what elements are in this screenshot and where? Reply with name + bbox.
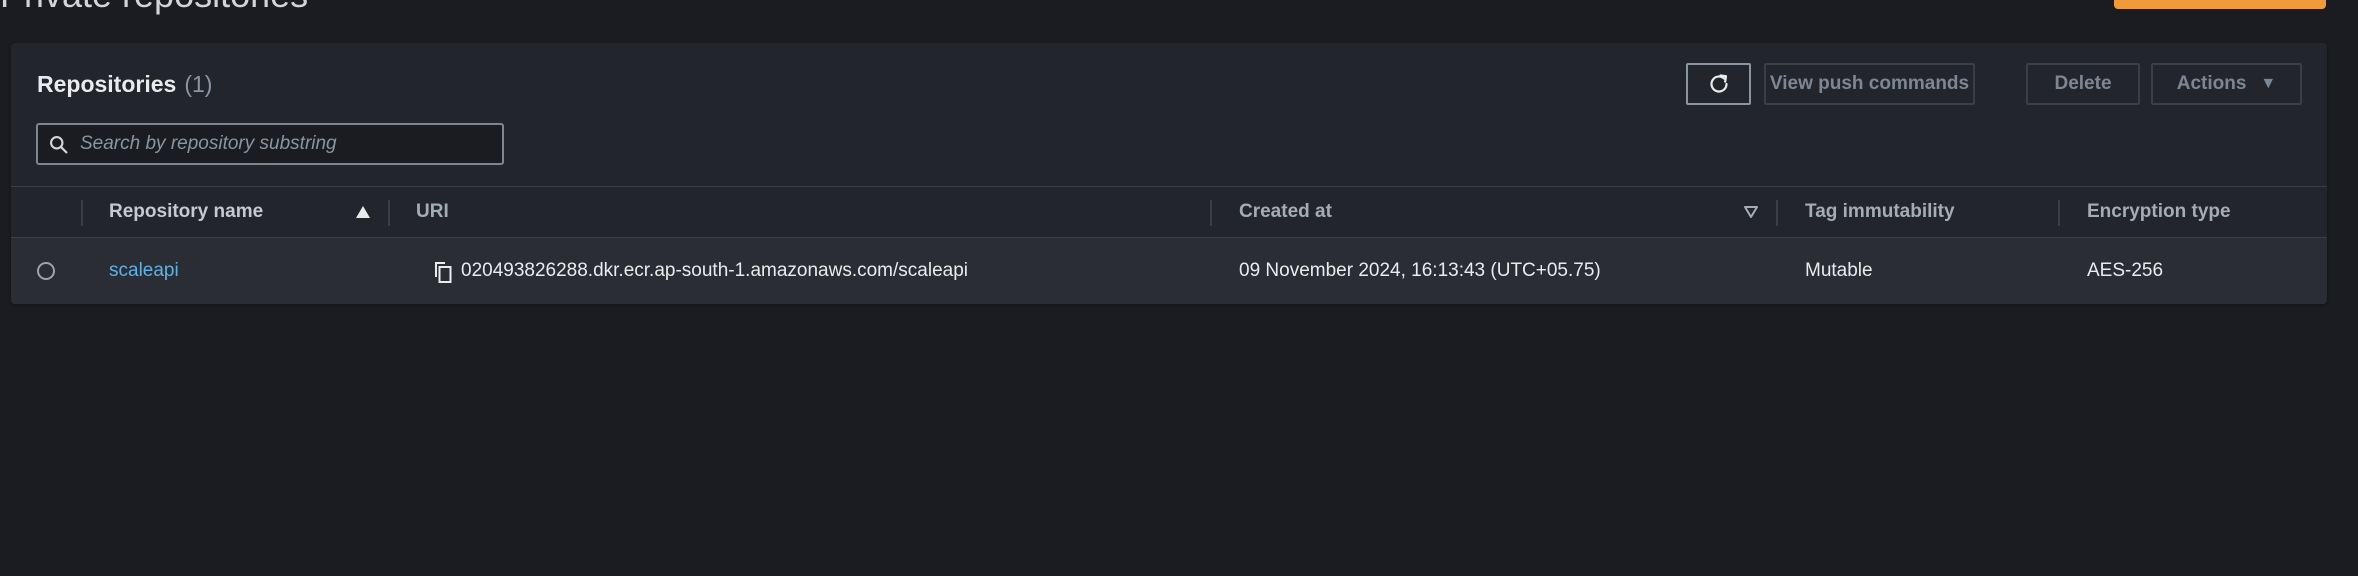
column-divider bbox=[388, 200, 390, 226]
search-box[interactable] bbox=[36, 123, 504, 165]
column-header-created-at[interactable]: Created at bbox=[1239, 187, 1332, 237]
sort-descending-icon[interactable] bbox=[1743, 205, 1759, 219]
table-header: Repository name URI Created at Tag immut… bbox=[11, 186, 2327, 238]
caret-down-icon: ▼ bbox=[2260, 75, 2277, 92]
column-divider bbox=[1210, 200, 1212, 226]
refresh-button[interactable] bbox=[1686, 63, 1751, 105]
actions-dropdown[interactable]: Actions ▼ bbox=[2151, 63, 2302, 105]
panel-title: Repositories bbox=[37, 71, 177, 97]
delete-label: Delete bbox=[2054, 73, 2112, 94]
repository-count: (1) bbox=[184, 71, 213, 97]
tag-immutability-value: Mutable bbox=[1805, 260, 1873, 281]
column-divider bbox=[81, 200, 83, 226]
column-header-label: URI bbox=[416, 201, 449, 222]
created-at-cell: 09 November 2024, 16:13:43 (UTC+05.75) bbox=[1239, 238, 1601, 304]
page-title: Private repositories bbox=[0, 0, 308, 16]
table-row[interactable]: scaleapi 020493826288.dkr.ecr.ap-south-1… bbox=[11, 238, 2327, 304]
column-header-label: Repository name bbox=[109, 201, 264, 222]
panel-header: Repositories (1) bbox=[37, 71, 212, 98]
copy-icon[interactable] bbox=[431, 260, 453, 284]
repository-name-link[interactable]: scaleapi bbox=[109, 260, 179, 282]
search-input[interactable] bbox=[80, 125, 490, 163]
column-header-label: Created at bbox=[1239, 201, 1332, 222]
repositories-panel: Repositories (1) View push commands Delet… bbox=[11, 43, 2327, 304]
repository-uri: 020493826288.dkr.ecr.ap-south-1.amazonaw… bbox=[461, 260, 968, 281]
repository-name-cell: scaleapi bbox=[109, 238, 179, 304]
column-header-tag-immutability: Tag immutability bbox=[1805, 187, 1955, 237]
create-repository-button[interactable] bbox=[2114, 0, 2326, 9]
encryption-type-cell: AES-256 bbox=[2087, 238, 2163, 304]
refresh-icon bbox=[1709, 74, 1728, 93]
view-push-commands-button[interactable]: View push commands bbox=[1764, 63, 1975, 105]
repository-uri-cell: 020493826288.dkr.ecr.ap-south-1.amazonaw… bbox=[461, 238, 968, 304]
created-at-value: 09 November 2024, 16:13:43 (UTC+05.75) bbox=[1239, 260, 1601, 281]
column-header-label: Encryption type bbox=[2087, 201, 2231, 222]
column-header-label: Tag immutability bbox=[1805, 201, 1955, 222]
column-header-encryption-type: Encryption type bbox=[2087, 187, 2231, 237]
column-header-repository-name[interactable]: Repository name bbox=[109, 187, 263, 237]
tag-immutability-cell: Mutable bbox=[1805, 238, 1873, 304]
encryption-type-value: AES-256 bbox=[2087, 260, 2164, 281]
actions-label: Actions bbox=[2176, 73, 2247, 94]
column-divider bbox=[1776, 200, 1778, 226]
column-header-uri: URI bbox=[416, 187, 449, 237]
row-select-radio[interactable] bbox=[37, 262, 55, 280]
delete-button[interactable]: Delete bbox=[2026, 63, 2140, 105]
search-icon bbox=[50, 136, 68, 154]
column-divider bbox=[2058, 200, 2060, 226]
view-push-commands-label: View push commands bbox=[1769, 73, 1970, 94]
sort-ascending-icon[interactable] bbox=[355, 205, 371, 219]
